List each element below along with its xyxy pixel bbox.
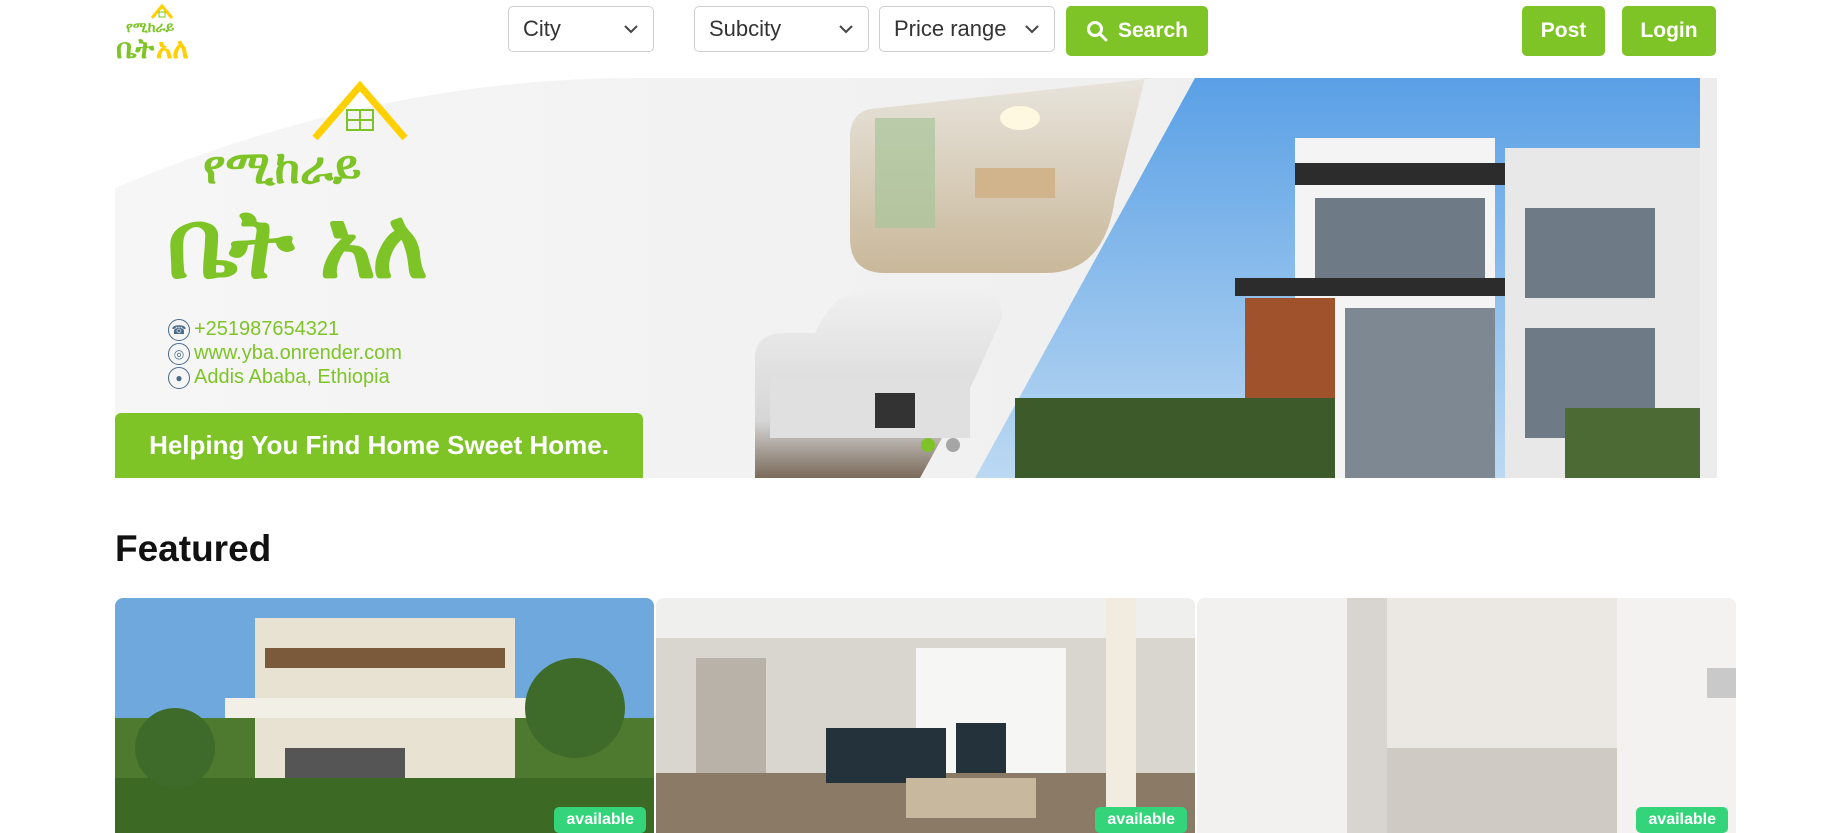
price-range-select-label: Price range (894, 16, 1007, 41)
carousel-dot-1[interactable] (921, 438, 935, 452)
login-button[interactable]: Login (1622, 6, 1716, 56)
city-select-label: City (523, 16, 561, 41)
status-badge: available (554, 807, 646, 833)
listing-card[interactable]: available (115, 598, 654, 833)
site-logo[interactable]: የሚከራይ ቤት አለ (114, 0, 196, 65)
subcity-select-label: Subcity (709, 16, 782, 41)
subcity-select[interactable]: Subcity (694, 6, 869, 52)
location-pin-icon: ● (168, 366, 190, 389)
contact-website: ◎ www.yba.onrender.com (168, 342, 402, 365)
featured-heading: Featured (115, 528, 272, 569)
chevron-down-icon (839, 25, 853, 34)
status-badge: available (1095, 807, 1187, 833)
top-navbar: የሚከራይ ቤት አለ City Subcity Price range Sea… (0, 0, 1826, 66)
contact-address: ● Addis Ababa, Ethiopia (168, 366, 390, 389)
search-icon (1086, 21, 1108, 42)
post-button[interactable]: Post (1522, 6, 1605, 56)
listing-photo (656, 598, 1195, 833)
banner-tagline-text: Helping You Find Home Sweet Home. (149, 430, 609, 460)
listing-card[interactable]: available (656, 598, 1195, 833)
price-range-select[interactable]: Price range (879, 6, 1055, 52)
post-button-label: Post (1540, 19, 1587, 42)
contact-phone: ☎ +251987654321 (168, 318, 339, 341)
status-badge: available (1636, 807, 1728, 833)
brand-wordmark-bottom-text: ቤት አለ (167, 188, 428, 300)
globe-icon: ◎ (168, 342, 190, 365)
svg-text:ቤት: ቤት (116, 32, 155, 62)
city-select[interactable]: City (508, 6, 654, 52)
phone-icon: ☎ (168, 318, 190, 341)
chevron-down-icon (624, 25, 638, 34)
brand-wordmark-bottom: ቤት አለ (167, 188, 428, 302)
listing-photo (1197, 598, 1736, 833)
contact-website-text: www.yba.onrender.com (194, 342, 402, 364)
svg-text:አለ: አለ (156, 32, 189, 62)
listing-photo (115, 598, 654, 833)
listing-card[interactable]: available (1197, 598, 1736, 833)
carousel-dot-2[interactable] (946, 438, 960, 452)
search-button-label: Search (1117, 19, 1189, 42)
banner-tagline: Helping You Find Home Sweet Home. (115, 413, 643, 478)
chevron-down-icon (1025, 25, 1039, 34)
search-button[interactable]: Search (1066, 6, 1208, 56)
contact-phone-text: +251987654321 (194, 318, 340, 340)
login-button-label: Login (1640, 19, 1698, 42)
contact-address-text: Addis Ababa, Ethiopia (194, 366, 390, 388)
